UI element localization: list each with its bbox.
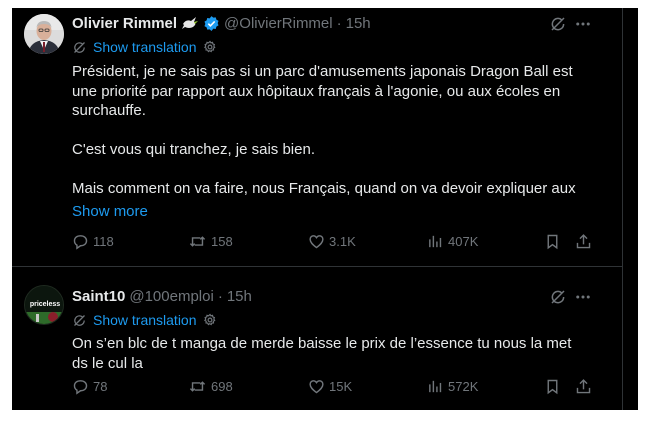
settings-gear-icon[interactable] [203,313,217,327]
tweet-text-line: C'est vous qui tranchez, je sais bien. [72,141,315,158]
bookmark-button[interactable] [544,233,565,250]
repost-icon [189,236,206,247]
show-translation-link[interactable]: Show translation [72,37,217,57]
analytics-icon [429,235,442,248]
tweet-text-line: Président, je ne sais pas si un parc d'a… [72,63,573,80]
tweet-header: Olivier Rimmel @OlivierRimmel · 15h [72,12,371,34]
tweet-text-line: Mais comment on va faire, nous Français,… [72,180,576,197]
repost-button[interactable]: 158 [188,233,233,250]
reply-count: 118 [93,234,114,249]
column-border [622,8,623,410]
show-more-link[interactable]: Show more [72,203,148,220]
like-count: 15K [329,379,353,394]
avatar[interactable] [24,14,64,54]
tweet-header: Saint10 @100emploi · 15h [72,285,252,307]
tweet-text-line: une priorité par rapport aux hôpitaux fr… [72,82,561,100]
like-button[interactable]: 15K [308,378,352,395]
reply-icon [73,235,88,250]
tweet[interactable]: priceless Saint10 @100emploi · 15h Show … [12,267,622,410]
more-options-icon[interactable] [574,15,592,33]
reply-button[interactable]: 78 [72,378,107,395]
views-button[interactable]: 407K [427,233,478,250]
translate-icon [72,40,87,55]
show-translation-label[interactable]: Show translation [93,39,197,55]
timeline: Olivier Rimmel @OlivierRimmel · 15h Show… [12,8,638,410]
reply-button[interactable]: 118 [72,233,114,250]
verified-badge-icon[interactable] [203,15,220,32]
tweet-actions: 118 158 3.1K 407K [72,233,602,253]
avatar-image [24,14,64,54]
user-handle[interactable]: @100emploi [129,288,213,305]
view-count: 407K [448,234,479,249]
timestamp[interactable]: 15h [227,288,252,305]
settings-gear-icon[interactable] [203,40,217,54]
repost-count: 698 [211,379,233,394]
tweet-actions: 78 698 15K 572K [72,378,602,398]
share-button[interactable] [575,378,596,395]
display-name[interactable]: Saint10 [72,288,125,305]
heart-icon [309,380,324,394]
separator-dot: · [336,14,342,32]
tweet-text: Président, je ne sais pas si un parc d'a… [72,62,612,199]
bookmark-button[interactable] [544,378,565,395]
avatar-text: priceless [30,301,60,308]
repost-icon [189,381,206,392]
tweet-text: On s’en blc de t manga de merde baisse l… [72,334,612,373]
like-count: 3.1K [329,234,356,249]
tweet-text-line [72,121,612,141]
tweet-text-line: surchauffe. [72,102,146,119]
timestamp[interactable]: 15h [346,15,371,32]
more-options-icon[interactable] [574,288,592,306]
reply-count: 78 [93,379,108,394]
dove-emoji-icon [181,15,199,31]
tweet-text-line [72,160,612,180]
tweet-text-line: ds le cul la [72,354,143,372]
user-handle[interactable]: @OlivierRimmel [224,15,333,32]
views-button[interactable]: 572K [427,378,478,395]
view-count: 572K [448,379,479,394]
bookmark-icon [547,234,558,250]
analytics-icon [429,380,442,393]
share-button[interactable] [575,233,596,250]
repost-count: 158 [211,234,233,249]
grok-icon[interactable] [549,15,567,33]
tweet[interactable]: Olivier Rimmel @OlivierRimmel · 15h Show… [12,8,622,266]
share-icon [576,379,591,394]
repost-button[interactable]: 698 [188,378,233,395]
grok-icon[interactable] [549,288,567,306]
separator-dot: · [217,287,223,305]
like-button[interactable]: 3.1K [308,233,356,250]
share-icon [576,234,591,249]
bookmark-icon [547,379,558,395]
tweet-text-line: On s’en blc de t manga de merde baisse l… [72,335,572,352]
reply-icon [73,380,88,395]
translate-icon [72,313,87,328]
avatar[interactable]: priceless [24,285,64,325]
avatar-image: priceless [25,286,63,324]
show-translation-label[interactable]: Show translation [93,312,197,328]
show-translation-link[interactable]: Show translation [72,310,217,330]
display-name[interactable]: Olivier Rimmel [72,15,177,32]
heart-icon [309,235,324,249]
